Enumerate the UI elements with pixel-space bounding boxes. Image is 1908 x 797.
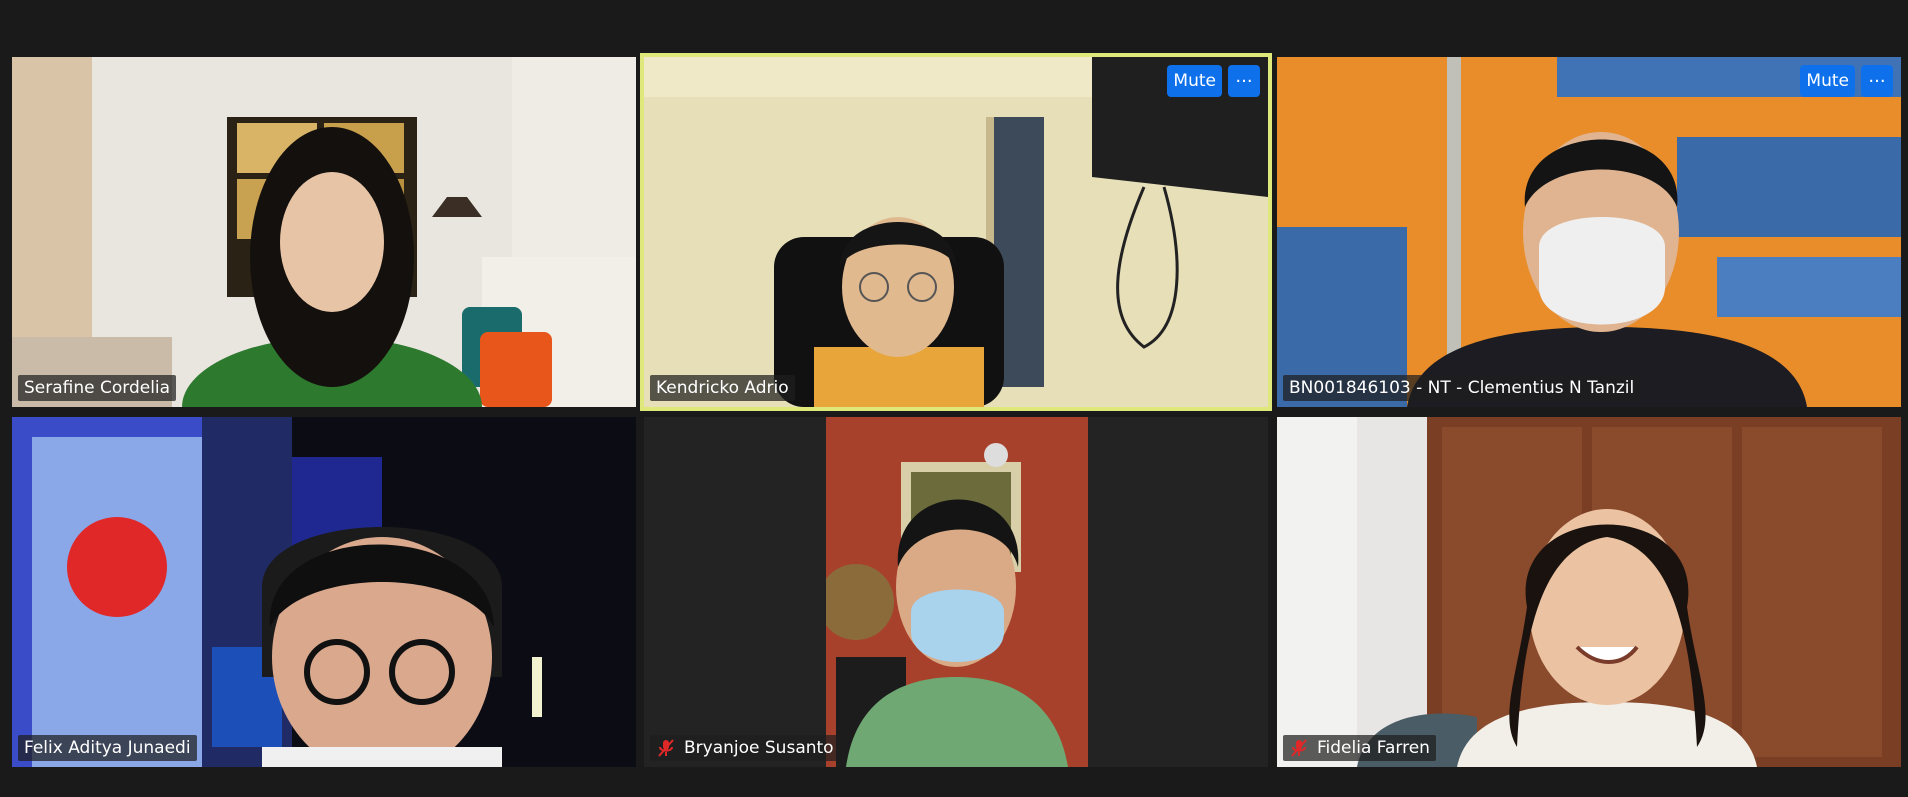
video-frame-city-night xyxy=(12,417,636,767)
mute-participant-button[interactable]: Mute xyxy=(1800,65,1855,97)
video-frame-orange-wall xyxy=(1277,57,1901,407)
participant-video xyxy=(12,57,636,407)
participant-name: Bryanjoe Susanto xyxy=(684,738,834,758)
participant-video xyxy=(1277,57,1901,407)
muted-mic-icon xyxy=(658,739,674,757)
participant-video xyxy=(644,57,1268,407)
video-frame-brick-wall xyxy=(826,417,1088,767)
participant-video xyxy=(826,417,1088,767)
video-frame-living-room xyxy=(12,57,636,407)
participant-name-label: Fidelia Farren xyxy=(1283,735,1436,761)
participant-tile-serafine[interactable]: Serafine Cordelia xyxy=(12,57,636,407)
participant-name: BN001846103 - NT - Clementius N Tanzil xyxy=(1289,378,1635,398)
participant-video xyxy=(1277,417,1901,767)
muted-mic-icon xyxy=(1291,739,1307,757)
tile-controls: Mute ··· xyxy=(1800,65,1893,97)
participant-name: Serafine Cordelia xyxy=(24,378,171,398)
participant-tile-bryanjoe[interactable]: Bryanjoe Susanto xyxy=(644,417,1268,767)
video-gallery: Serafine Cordelia Mute ··· Kendricko Adr… xyxy=(0,0,1908,797)
participant-tile-clementius[interactable]: Mute ··· BN001846103 - NT - Clementius N… xyxy=(1277,57,1901,407)
more-options-button[interactable]: ··· xyxy=(1861,65,1893,97)
participant-tile-fidelia[interactable]: Fidelia Farren xyxy=(1277,417,1901,767)
participant-name-label: Kendricko Adrio xyxy=(650,375,795,401)
participant-name: Felix Aditya Junaedi xyxy=(24,738,191,758)
participant-name-label: Bryanjoe Susanto xyxy=(650,735,840,761)
participant-name-label: Serafine Cordelia xyxy=(18,375,177,401)
tile-controls: Mute ··· xyxy=(1167,65,1260,97)
video-frame-room xyxy=(644,57,1268,407)
participant-name: Fidelia Farren xyxy=(1317,738,1430,758)
participant-tile-kendricko[interactable]: Mute ··· Kendricko Adrio xyxy=(640,53,1272,411)
mute-participant-button[interactable]: Mute xyxy=(1167,65,1222,97)
video-frame-wardrobe xyxy=(1277,417,1901,767)
participant-name-label: Felix Aditya Junaedi xyxy=(18,735,197,761)
more-options-button[interactable]: ··· xyxy=(1228,65,1260,97)
participant-video xyxy=(12,417,636,767)
participant-name-label: BN001846103 - NT - Clementius N Tanzil xyxy=(1283,375,1641,401)
participant-name: Kendricko Adrio xyxy=(656,378,789,398)
participant-tile-felix[interactable]: Felix Aditya Junaedi xyxy=(12,417,636,767)
